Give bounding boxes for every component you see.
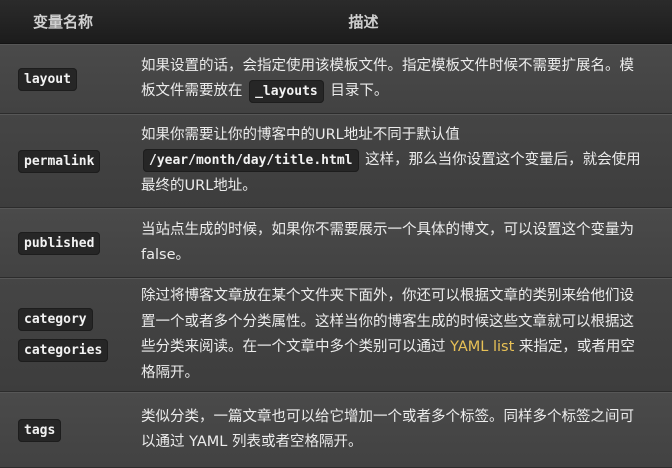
row-description: 除过将博客文章放在某个文件夹下面外，你还可以根据文章的类别来给他们设置一个或者多…: [141, 288, 635, 381]
variable-name: category: [18, 308, 93, 331]
header-description: 描述: [348, 13, 379, 31]
yaml-list-link[interactable]: YAML list: [450, 339, 514, 355]
variables-table: 变量名称 描述 layout 如果设置的话，会指定使用该模板文件。指定模板文件时…: [0, 0, 672, 468]
table-row: category categories 除过将博客文章放在某个文件夹下面外，你还…: [0, 278, 672, 392]
variable-name: layout: [18, 67, 77, 91]
inline-code: /year/month/day/title.html: [143, 149, 359, 173]
table-row: published 当站点生成的时候，如果你不需要展示一个具体的博文，可以设置这…: [0, 208, 672, 278]
table-row: layout 如果设置的话，会指定使用该模板文件。指定模板文件时候不需要扩展名。…: [0, 44, 672, 114]
row-description: 类似分类，一篇文章也可以给它增加一个或者多个标签。同样多个标签之间可以通过 YA…: [141, 408, 634, 451]
row-description: 如果设置的话，会指定使用该模板文件。指定模板文件时候不需要扩展名。模板文件需要放…: [126, 54, 672, 105]
row-description: 当站点生成的时候，如果你不需要展示一个具体的博文，可以设置这个变量为 false…: [141, 221, 634, 264]
variable-name: published: [18, 231, 101, 255]
variable-name: tags: [18, 418, 62, 442]
header-variable-name: 变量名称: [33, 13, 94, 31]
inline-code: _layouts: [249, 80, 324, 103]
table-row: tags 类似分类，一篇文章也可以给它增加一个或者多个标签。同样多个标签之间可以…: [0, 392, 672, 468]
variable-name: categories: [18, 339, 109, 362]
table-header: 变量名称 描述: [0, 0, 672, 44]
variable-name: permalink: [18, 149, 101, 173]
row-description: 如果你需要让你的博客中的URL地址不同于默认值 /year/month/day/…: [141, 126, 641, 194]
table-row: permalink 如果你需要让你的博客中的URL地址不同于默认值 /year/…: [0, 114, 672, 208]
